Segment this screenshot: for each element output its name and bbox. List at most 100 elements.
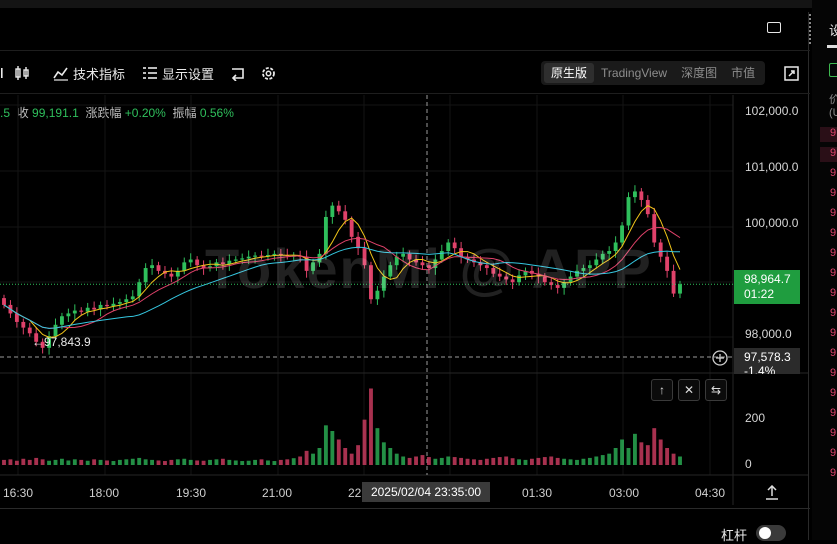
candle-body xyxy=(66,313,71,317)
view-tab-depth[interactable]: 深度图 xyxy=(674,63,724,83)
volume-bar xyxy=(124,459,129,465)
orderbook-price[interactable]: 9 xyxy=(830,127,836,139)
candle-icon xyxy=(1,68,3,78)
align-bottom-icon[interactable] xyxy=(765,485,779,501)
volume-bar xyxy=(323,425,328,465)
candle-body xyxy=(143,268,148,283)
volume-bar xyxy=(169,459,174,465)
view-tab-tradingview[interactable]: TradingView xyxy=(594,63,674,83)
volume-bar xyxy=(381,442,386,465)
fullscreen-icon[interactable] xyxy=(784,66,799,81)
volume-bar xyxy=(652,428,657,465)
orderbook-price[interactable]: 9 xyxy=(830,367,836,379)
volume-bar xyxy=(658,439,663,465)
volume-bar xyxy=(446,456,451,465)
orderbook-price[interactable]: 9 xyxy=(830,267,836,279)
display-settings-button[interactable]: 显示设置 xyxy=(142,51,214,95)
volume-bar xyxy=(362,419,367,465)
x-axis-label: 21:00 xyxy=(262,486,293,500)
indicators-button[interactable]: 技术指标 xyxy=(53,51,125,95)
orderbook-price[interactable]: 9 xyxy=(830,447,836,459)
chart-type-button[interactable] xyxy=(14,51,36,95)
orderbook-price[interactable]: 9 xyxy=(830,187,836,199)
volume-bar xyxy=(369,388,373,465)
candle-body xyxy=(105,304,109,307)
volume-bar xyxy=(549,456,554,465)
orderbook-price[interactable]: 9 xyxy=(830,387,836,399)
candle-body xyxy=(343,211,348,220)
x-axis-label: 03:00 xyxy=(609,486,640,500)
price-column-label: 价 xyxy=(829,94,837,106)
orderbook-price[interactable]: 9 xyxy=(830,167,836,179)
volume-bar xyxy=(555,457,560,465)
orderbook-price[interactable]: 9 xyxy=(830,407,836,419)
volume-bar xyxy=(137,457,142,465)
indicator-icon xyxy=(53,67,68,81)
volume-bar xyxy=(639,442,644,465)
volume-axis-label: 0 xyxy=(745,457,752,471)
volume-bar xyxy=(356,445,361,465)
settings-button[interactable] xyxy=(260,51,281,95)
view-tab-native[interactable]: 原生版 xyxy=(544,63,595,83)
volume-bar xyxy=(72,459,77,465)
x-axis-label: 19:30 xyxy=(176,486,207,500)
volume-bar xyxy=(66,460,71,465)
crosshair-price-tag: 97,578.3 -1.4% xyxy=(734,348,800,374)
orderbook-price[interactable]: 9 xyxy=(830,227,836,239)
volume-bar xyxy=(504,456,509,465)
volume-bar xyxy=(426,457,431,465)
chart-toolbar: 技术指标 显示设置 原生版 TradingView 深度图 市值 xyxy=(0,50,810,94)
orderbook-price[interactable]: 9 xyxy=(830,427,836,439)
volume-bar xyxy=(266,460,270,465)
collapse-button[interactable]: ✕ xyxy=(678,379,700,401)
candle-body xyxy=(169,273,174,277)
orderbook-price[interactable]: 9 xyxy=(830,467,836,479)
candle-body xyxy=(21,321,26,328)
volume-bar xyxy=(47,460,51,465)
orderbook-price[interactable]: 9 xyxy=(830,327,836,339)
volume-bar xyxy=(645,445,650,465)
volume-bar xyxy=(542,457,547,465)
volume-bar xyxy=(14,460,19,465)
volume-bar xyxy=(130,458,135,465)
orderbook-price[interactable]: 9 xyxy=(830,207,836,219)
reset-chart-button[interactable] xyxy=(230,51,250,95)
candle-body xyxy=(130,296,135,300)
orderbook-tab[interactable]: 设 xyxy=(829,20,837,39)
orderbook-price[interactable]: 9 xyxy=(830,247,836,259)
crosshair-price: 97,578.3 xyxy=(744,350,791,364)
volume-bar xyxy=(79,459,84,465)
last-price-tag: 98,964.7 01:22 xyxy=(734,270,800,304)
volume-bar xyxy=(478,459,483,465)
candle-body xyxy=(85,307,90,312)
volume-bar xyxy=(510,458,515,465)
volume-bar xyxy=(201,460,206,465)
volume-bar xyxy=(253,459,258,465)
leverage-toggle[interactable] xyxy=(756,525,786,541)
volume-bar xyxy=(484,458,489,465)
bottom-bar xyxy=(0,508,810,540)
add-alert-icon[interactable] xyxy=(711,349,729,367)
swap-button[interactable]: ⇆ xyxy=(705,379,727,401)
candle-body xyxy=(150,265,155,269)
low-price-marker: ←97,843.9 xyxy=(32,335,91,349)
view-tab-market-cap[interactable]: 市值 xyxy=(724,63,762,83)
scroll-up-button[interactable]: ↑ xyxy=(651,379,673,401)
volume-bar xyxy=(60,458,64,465)
candle-body xyxy=(137,282,142,297)
orderbook-price[interactable]: 9 xyxy=(830,287,836,299)
candle-body xyxy=(79,310,84,312)
candle-body xyxy=(658,242,663,257)
book-layout-icon[interactable] xyxy=(829,63,837,77)
volume-bar xyxy=(21,458,26,465)
orderbook-price[interactable]: 9 xyxy=(830,307,836,319)
volume-bar xyxy=(343,448,348,465)
candle-body xyxy=(336,205,341,212)
orderbook-price[interactable]: 9 xyxy=(830,347,836,359)
window-icon[interactable] xyxy=(767,22,781,33)
orderbook-price[interactable]: 9 xyxy=(830,147,836,159)
volume-bar xyxy=(626,448,631,465)
countdown: 01:22 xyxy=(744,287,775,301)
volume-bar xyxy=(581,458,586,465)
volume-bar xyxy=(336,439,341,465)
